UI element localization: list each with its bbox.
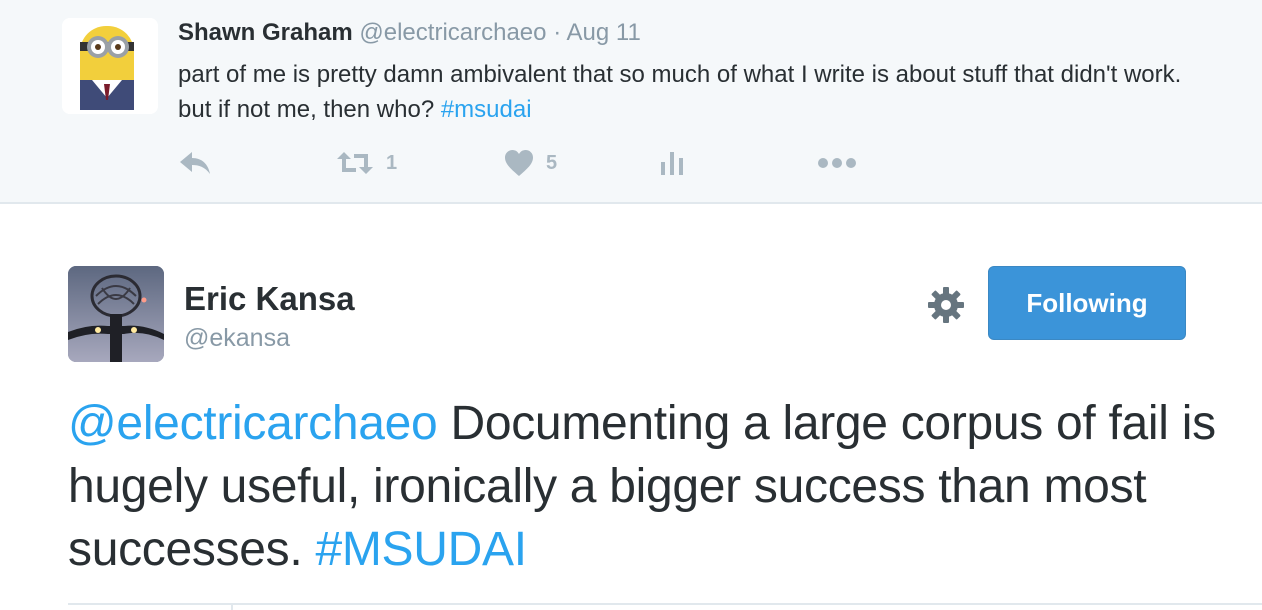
parent-hashtag-link[interactable]: #msudai bbox=[441, 96, 532, 123]
parent-author-name[interactable]: Shawn Graham bbox=[178, 19, 353, 46]
mention-link[interactable]: @electricarchaeo bbox=[68, 397, 438, 450]
parent-tweet-header: Shawn Graham @electricarchaeo · Aug 11 bbox=[178, 18, 641, 48]
parent-tweet-body: part of me is pretty damn ambivalent tha… bbox=[178, 61, 1182, 123]
more-dots-icon bbox=[818, 158, 856, 168]
more-button[interactable] bbox=[818, 146, 856, 180]
like-button[interactable]: 5 bbox=[504, 146, 557, 180]
parent-tweet: Shawn Graham @electricarchaeo · Aug 11 p… bbox=[0, 0, 1262, 204]
tweet-actions: 1 5 bbox=[178, 146, 878, 180]
gear-icon[interactable] bbox=[926, 285, 966, 325]
analytics-button[interactable] bbox=[660, 146, 684, 180]
following-button[interactable]: Following bbox=[988, 266, 1186, 340]
main-tweet-text: @electricarchaeo Documenting a large cor… bbox=[68, 392, 1218, 581]
retweet-count: 1 bbox=[386, 151, 398, 174]
retweet-button[interactable]: 1 bbox=[336, 146, 397, 180]
divider-tick bbox=[231, 603, 233, 610]
header-separator: · bbox=[553, 19, 562, 46]
minion-avatar-icon[interactable] bbox=[62, 18, 158, 114]
figure-avatar-icon[interactable] bbox=[68, 266, 164, 362]
parent-tweet-text: part of me is pretty damn ambivalent tha… bbox=[178, 57, 1188, 127]
reply-button[interactable] bbox=[178, 146, 212, 180]
heart-icon bbox=[505, 150, 533, 176]
main-author-name[interactable]: Eric Kansa bbox=[184, 280, 355, 318]
retweet-icon bbox=[337, 152, 373, 174]
main-hashtag-link[interactable]: #MSUDAI bbox=[315, 523, 527, 576]
reply-icon bbox=[180, 152, 210, 174]
analytics-icon bbox=[661, 152, 683, 175]
main-author-handle[interactable]: @ekansa bbox=[184, 323, 290, 353]
divider bbox=[68, 603, 1262, 605]
parent-tweet-date[interactable]: Aug 11 bbox=[567, 19, 641, 46]
like-count: 5 bbox=[546, 151, 558, 174]
parent-author-handle[interactable]: @electricarchaeo bbox=[359, 19, 546, 46]
